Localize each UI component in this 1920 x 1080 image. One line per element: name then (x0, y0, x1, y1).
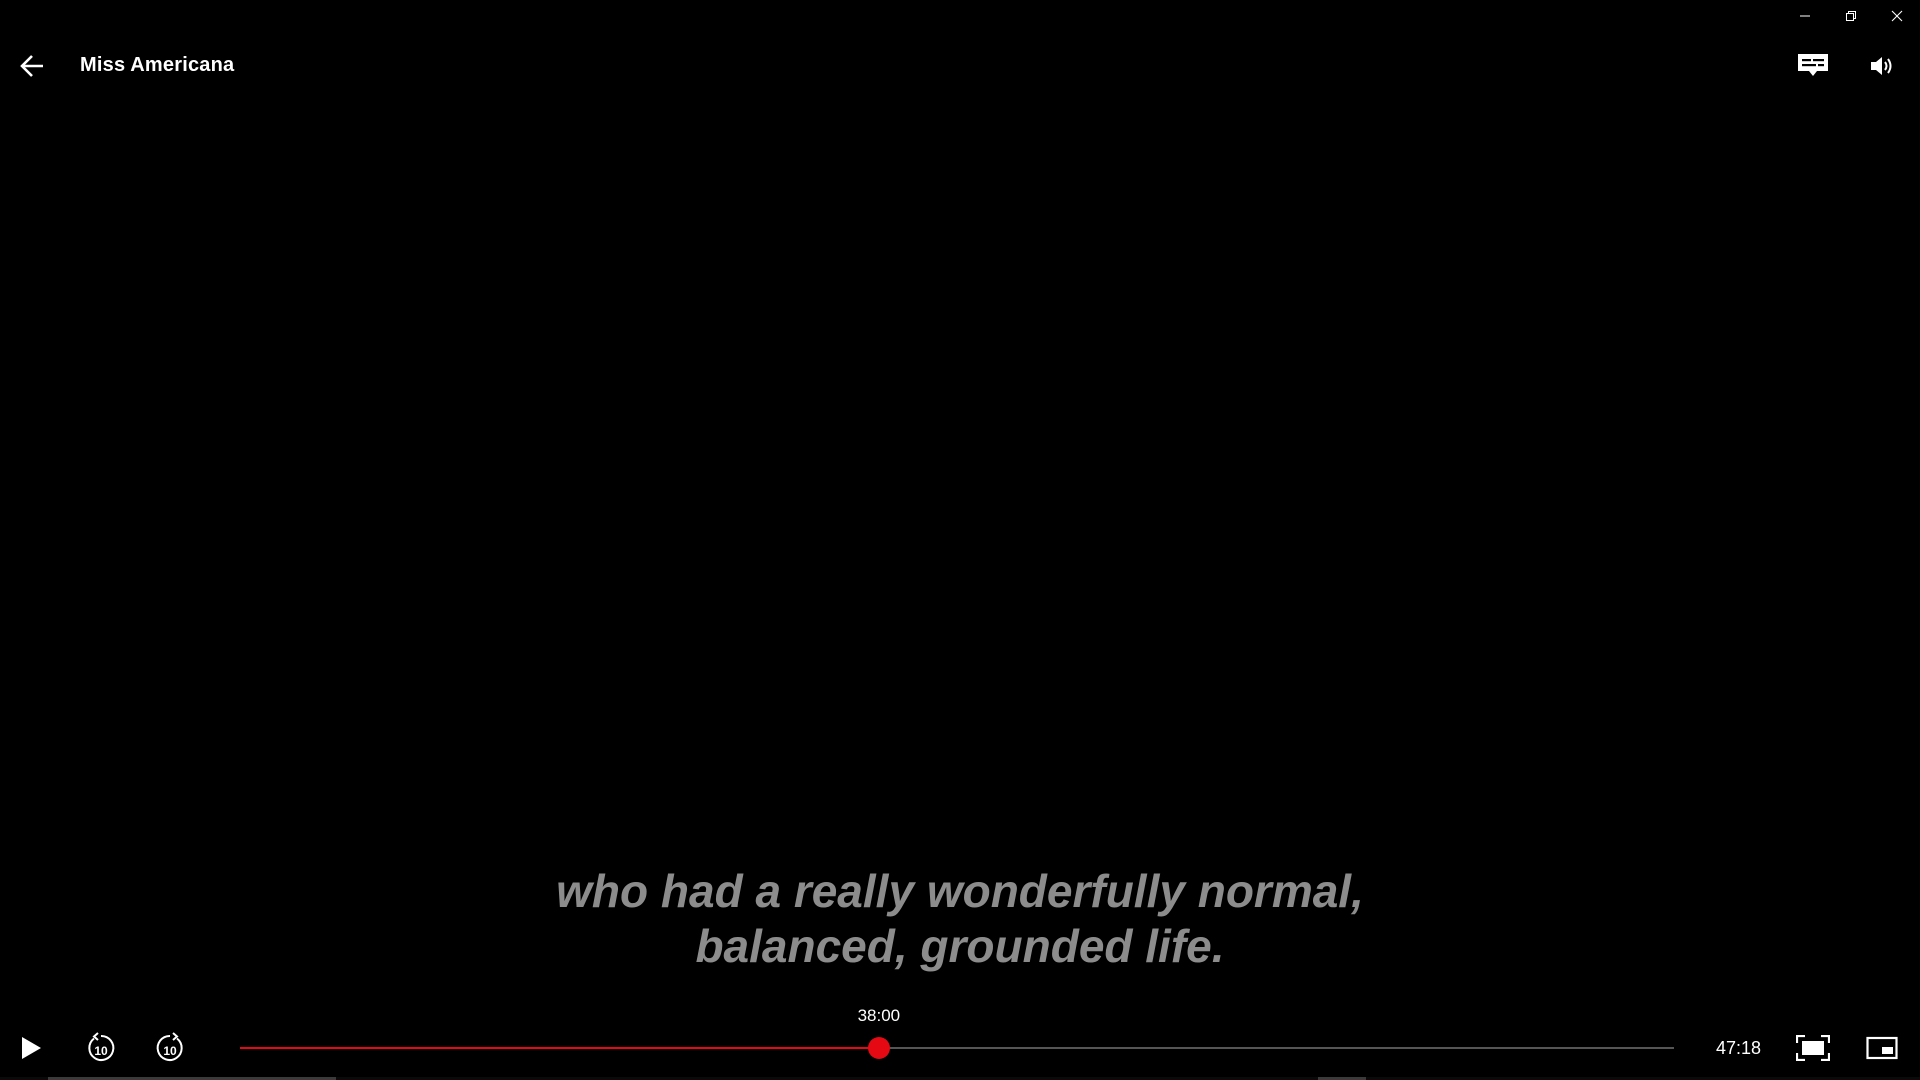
seek-bar[interactable]: 38:00 (240, 1006, 1674, 1059)
picture-in-picture-button[interactable] (1862, 1028, 1902, 1068)
rewind-seconds-label: 10 (94, 1044, 108, 1058)
play-button[interactable] (11, 1028, 51, 1068)
back-button[interactable] (12, 44, 52, 88)
subtitle-text: who had a really wonderfully normal, bal… (0, 864, 1920, 974)
rewind-10-icon: 10 (88, 1032, 115, 1061)
play-icon (22, 1037, 41, 1059)
volume-icon (1871, 57, 1892, 75)
playback-controls: 10 10 38:00 47:18 (0, 1006, 1920, 1076)
forward-10-icon: 10 (156, 1032, 183, 1061)
restore-icon (1846, 11, 1856, 21)
fullscreen-button[interactable] (1793, 1028, 1833, 1068)
fullscreen-icon (1796, 1035, 1830, 1061)
picture-in-picture-icon (1866, 1036, 1898, 1060)
forward-seconds-label: 10 (163, 1044, 177, 1058)
volume-button[interactable] (1862, 46, 1902, 86)
seek-thumb[interactable] (867, 1037, 890, 1059)
minimize-icon (1800, 15, 1810, 17)
subtitles-icon (1798, 54, 1828, 76)
video-title: Miss Americana (80, 54, 235, 76)
subtitle-line: balanced, grounded life. (695, 920, 1225, 972)
forward-10-button[interactable]: 10 (150, 1028, 190, 1068)
minimize-button[interactable] (1782, 0, 1828, 32)
top-bar: Miss Americana (0, 44, 1920, 88)
close-button[interactable] (1874, 0, 1920, 32)
window-controls (1782, 0, 1920, 32)
seek-progress (240, 1047, 879, 1049)
rewind-10-button[interactable]: 10 (81, 1028, 121, 1068)
current-time: 38:00 (857, 1006, 901, 1025)
restore-button[interactable] (1828, 0, 1874, 32)
subtitle-line: who had a really wonderfully normal, (556, 865, 1364, 917)
video-player-window: Miss Americana who had a really wonderfu… (0, 0, 1920, 1080)
duration: 47:18 (1716, 1038, 1762, 1058)
arrow-left-icon (20, 55, 43, 77)
subtitles-button[interactable] (1792, 46, 1834, 86)
close-icon (1891, 10, 1903, 22)
